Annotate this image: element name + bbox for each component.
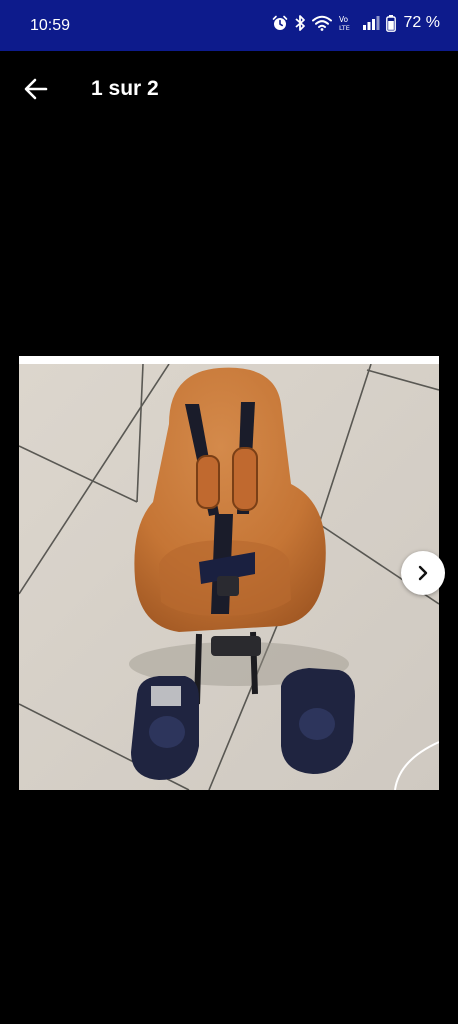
wifi-icon [311,15,332,31]
status-bar: 10:59 Vo LTE 72 % [0,0,458,51]
bluetooth-icon [294,15,305,31]
product-photo[interactable] [19,364,439,790]
page-title: 1 sur 2 [91,77,159,100]
next-image-button[interactable] [401,551,445,595]
volte-icon: Vo LTE [339,15,350,32]
photo-frame[interactable] [19,356,439,790]
app-bar: 1 sur 2 [0,51,458,127]
battery-percent: 72 % [403,14,440,31]
svg-text:Vo: Vo [339,15,349,24]
battery-icon [385,14,396,32]
status-icons: Vo LTE 72 % [272,14,440,32]
signal-icon [362,16,380,30]
alarm-icon [272,15,287,30]
chevron-right-icon [418,565,428,581]
svg-text:LTE: LTE [339,24,350,32]
back-button[interactable] [16,71,56,107]
status-time: 10:59 [30,17,71,34]
arrow-left-icon [24,78,48,100]
